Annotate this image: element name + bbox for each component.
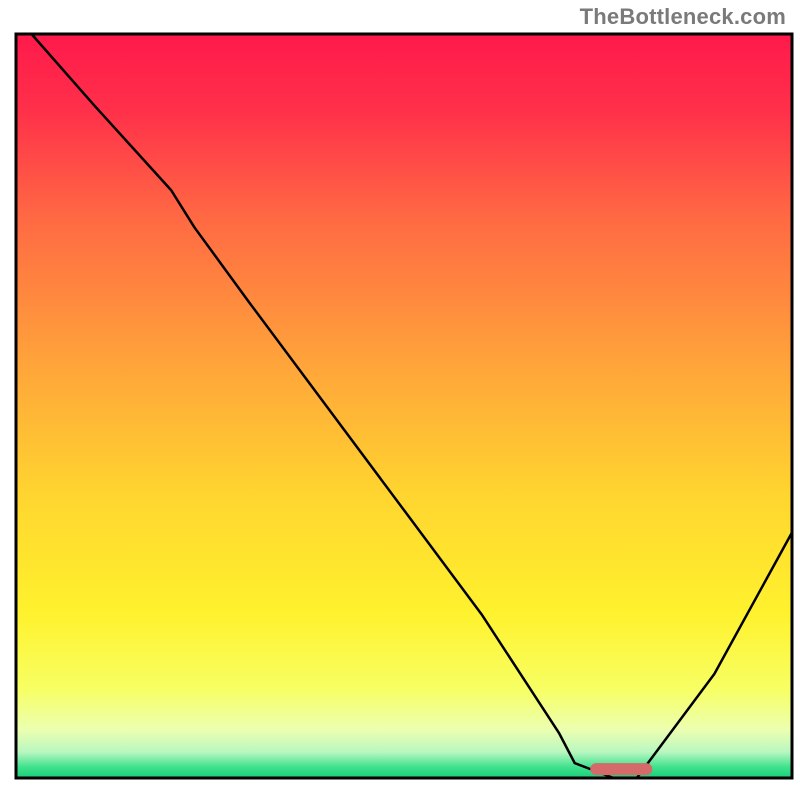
chart-svg bbox=[0, 0, 800, 800]
optimum-marker bbox=[590, 763, 652, 775]
chart-container: TheBottleneck.com bbox=[0, 0, 800, 800]
